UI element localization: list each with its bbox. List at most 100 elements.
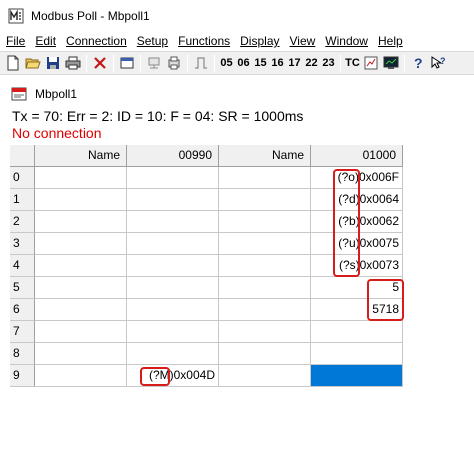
menu-functions[interactable]: Functions bbox=[173, 32, 235, 50]
print-icon[interactable] bbox=[63, 53, 83, 73]
menu-file[interactable]: File bbox=[0, 32, 30, 50]
toolbar: 05 06 15 16 17 22 23 TC ? ? bbox=[0, 51, 474, 75]
name-cell[interactable] bbox=[35, 299, 127, 321]
name-cell[interactable] bbox=[219, 255, 311, 277]
row-header: 1 bbox=[10, 189, 35, 211]
name-cell[interactable] bbox=[35, 255, 127, 277]
new-icon[interactable] bbox=[3, 53, 23, 73]
row-header: 3 bbox=[10, 233, 35, 255]
pointer-help-icon[interactable]: ? bbox=[428, 53, 448, 73]
ascii-char-highlight-row9 bbox=[140, 367, 170, 386]
menu-setup[interactable]: Setup bbox=[132, 32, 173, 50]
name-cell[interactable] bbox=[35, 321, 127, 343]
menu-edit[interactable]: Edit bbox=[30, 32, 61, 50]
mbpoll-document-window: Mbpoll1 Tx = 70: Err = 2: ID = 10: F = 0… bbox=[6, 82, 474, 457]
row-header: 0 bbox=[10, 167, 35, 189]
window-icon[interactable] bbox=[117, 53, 137, 73]
column-header-00990[interactable]: 00990 bbox=[127, 145, 219, 167]
poll-status-line: Tx = 70: Err = 2: ID = 10: F = 04: SR = … bbox=[12, 108, 304, 124]
name-cell[interactable] bbox=[219, 299, 311, 321]
name-cell[interactable] bbox=[219, 233, 311, 255]
name-cell[interactable] bbox=[35, 365, 127, 387]
name-cell[interactable] bbox=[219, 167, 311, 189]
row-header: 7 bbox=[10, 321, 35, 343]
name-cell[interactable] bbox=[35, 343, 127, 365]
name-cell[interactable] bbox=[219, 321, 311, 343]
value-text: 0x004D bbox=[173, 368, 215, 382]
window-title: Modbus Poll - Mbpoll1 bbox=[31, 9, 150, 23]
connection-status: No connection bbox=[12, 125, 102, 141]
menu-window[interactable]: Window bbox=[320, 32, 373, 50]
modbus-poll-app-icon bbox=[8, 8, 24, 24]
name-cell[interactable] bbox=[219, 343, 311, 365]
help-icon[interactable]: ? bbox=[408, 53, 428, 73]
toolbar-separator bbox=[113, 54, 114, 72]
printer-icon[interactable] bbox=[164, 53, 184, 73]
toolbar-separator bbox=[86, 54, 87, 72]
row-header: 8 bbox=[10, 343, 35, 365]
svg-text:?: ? bbox=[414, 55, 423, 71]
value-cell[interactable] bbox=[127, 321, 219, 343]
menu-bar: File Edit Connection Setup Functions Dis… bbox=[0, 32, 474, 50]
value-cell[interactable] bbox=[127, 189, 219, 211]
value-cell[interactable] bbox=[127, 299, 219, 321]
name-cell[interactable] bbox=[35, 167, 127, 189]
function-06-button[interactable]: 06 bbox=[235, 53, 252, 73]
value-cell[interactable] bbox=[311, 343, 403, 365]
function-15-button[interactable]: 15 bbox=[252, 53, 269, 73]
value-cell[interactable] bbox=[311, 321, 403, 343]
function-22-button[interactable]: 22 bbox=[303, 53, 320, 73]
function-17-button[interactable]: 17 bbox=[286, 53, 303, 73]
ascii-char-highlight bbox=[333, 169, 360, 277]
open-icon[interactable] bbox=[23, 53, 43, 73]
value-cell[interactable] bbox=[127, 167, 219, 189]
column-header-01000[interactable]: 01000 bbox=[311, 145, 403, 167]
value-text: 0x006F bbox=[358, 170, 399, 184]
delete-icon[interactable] bbox=[90, 53, 110, 73]
name-cell[interactable] bbox=[219, 189, 311, 211]
toolbar-separator bbox=[340, 54, 341, 72]
tc-button[interactable]: TC bbox=[344, 53, 361, 73]
grid-corner-header bbox=[10, 145, 35, 167]
menu-connection[interactable]: Connection bbox=[61, 32, 132, 50]
chart-icon[interactable] bbox=[361, 53, 381, 73]
monitor-icon[interactable] bbox=[381, 53, 401, 73]
name-cell[interactable] bbox=[35, 189, 127, 211]
menu-help[interactable]: Help bbox=[373, 32, 408, 50]
menu-view[interactable]: View bbox=[285, 32, 321, 50]
selected-value-cell[interactable] bbox=[311, 365, 403, 387]
value-cell[interactable] bbox=[127, 233, 219, 255]
name-cell[interactable] bbox=[35, 211, 127, 233]
value-text: 0x0064 bbox=[359, 192, 399, 206]
function-05-button[interactable]: 05 bbox=[218, 53, 235, 73]
value-cell[interactable] bbox=[127, 277, 219, 299]
name-cell[interactable] bbox=[219, 211, 311, 233]
function-23-button[interactable]: 23 bbox=[320, 53, 337, 73]
row-header: 9 bbox=[10, 365, 35, 387]
menu-display[interactable]: Display bbox=[235, 32, 284, 50]
svg-text:?: ? bbox=[440, 56, 446, 66]
name-cell[interactable] bbox=[35, 233, 127, 255]
row-header: 4 bbox=[10, 255, 35, 277]
decimal-value-highlight bbox=[367, 279, 404, 321]
row-header: 5 bbox=[10, 277, 35, 299]
pulse-icon[interactable] bbox=[191, 53, 211, 73]
value-text: 0x0075 bbox=[359, 236, 399, 250]
name-cell[interactable] bbox=[219, 365, 311, 387]
value-text: 0x0062 bbox=[359, 214, 399, 228]
connect-icon[interactable] bbox=[144, 53, 164, 73]
value-cell[interactable] bbox=[127, 343, 219, 365]
column-header-name-2[interactable]: Name bbox=[219, 145, 311, 167]
value-cell[interactable] bbox=[127, 211, 219, 233]
title-bar: Modbus Poll - Mbpoll1 bbox=[0, 0, 474, 32]
row-header: 6 bbox=[10, 299, 35, 321]
document-icon bbox=[11, 87, 27, 101]
function-16-button[interactable]: 16 bbox=[269, 53, 286, 73]
toolbar-separator bbox=[187, 54, 188, 72]
value-cell[interactable] bbox=[127, 255, 219, 277]
save-icon[interactable] bbox=[43, 53, 63, 73]
column-header-name-1[interactable]: Name bbox=[35, 145, 127, 167]
name-cell[interactable] bbox=[35, 277, 127, 299]
toolbar-separator bbox=[214, 54, 215, 72]
name-cell[interactable] bbox=[219, 277, 311, 299]
